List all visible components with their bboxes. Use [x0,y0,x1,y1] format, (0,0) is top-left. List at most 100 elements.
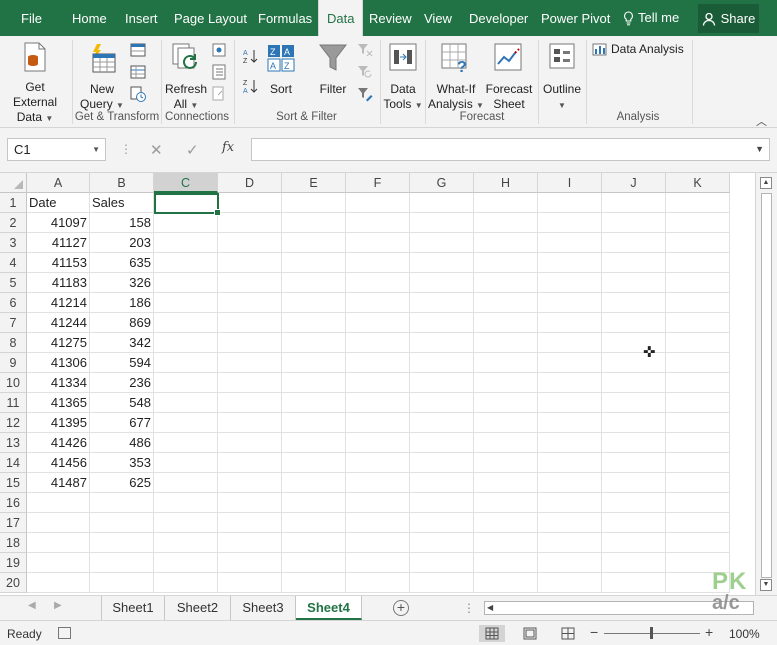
cell-k5[interactable] [666,273,730,293]
show-queries-icon[interactable] [130,42,146,58]
cell-j20[interactable] [602,573,666,593]
cell-e6[interactable] [282,293,346,313]
cell-e4[interactable] [282,253,346,273]
cell-h9[interactable] [474,353,538,373]
tab-file[interactable]: File [21,0,42,36]
cell-e10[interactable] [282,373,346,393]
cell-g3[interactable] [410,233,474,253]
cell-h3[interactable] [474,233,538,253]
cell-f16[interactable] [346,493,410,513]
cell-a9[interactable]: 41306 [27,353,90,373]
cell-a16[interactable] [27,493,90,513]
scroll-up-icon[interactable]: ▲ [760,177,772,189]
cell-d12[interactable] [218,413,282,433]
edit-links-icon[interactable] [211,86,227,102]
cell-k17[interactable] [666,513,730,533]
zoom-in-button[interactable]: + [705,624,713,640]
cell-k8[interactable] [666,333,730,353]
cell-b6[interactable]: 186 [90,293,154,313]
tab-splitter[interactable]: ⋮ [463,601,475,615]
cell-g12[interactable] [410,413,474,433]
scroll-down-icon[interactable]: ▼ [760,579,772,591]
row-header-9[interactable]: 9 [0,353,27,373]
row-header-15[interactable]: 15 [0,473,27,493]
cell-g1[interactable] [410,193,474,213]
cell-i8[interactable] [538,333,602,353]
cell-k4[interactable] [666,253,730,273]
cell-c3[interactable] [154,233,218,253]
cell-i16[interactable] [538,493,602,513]
cell-h10[interactable] [474,373,538,393]
cell-g18[interactable] [410,533,474,553]
cell-j15[interactable] [602,473,666,493]
row-header-18[interactable]: 18 [0,533,27,553]
cell-c17[interactable] [154,513,218,533]
cell-d9[interactable] [218,353,282,373]
scroll-thumb[interactable] [761,193,772,578]
column-header-g[interactable]: G [410,173,474,193]
cell-g16[interactable] [410,493,474,513]
cell-a14[interactable]: 41456 [27,453,90,473]
cell-f18[interactable] [346,533,410,553]
recent-sources-icon[interactable] [130,86,146,102]
cell-a7[interactable]: 41244 [27,313,90,333]
cell-d2[interactable] [218,213,282,233]
cell-i14[interactable] [538,453,602,473]
scroll-left-icon[interactable]: ◀ [487,602,493,614]
cell-b16[interactable] [90,493,154,513]
cell-b13[interactable]: 486 [90,433,154,453]
page-layout-view-icon[interactable] [517,625,543,642]
cell-g4[interactable] [410,253,474,273]
cell-j3[interactable] [602,233,666,253]
cell-f17[interactable] [346,513,410,533]
collapse-ribbon-icon[interactable]: ︿ [756,113,767,129]
outline-button[interactable]: Outline ▼ [540,42,584,113]
cell-d5[interactable] [218,273,282,293]
cell-b7[interactable]: 869 [90,313,154,333]
row-header-3[interactable]: 3 [0,233,27,253]
cell-h11[interactable] [474,393,538,413]
row-header-10[interactable]: 10 [0,373,27,393]
cell-c10[interactable] [154,373,218,393]
tab-power-pivot[interactable]: Power Pivot [541,0,610,36]
cancel-icon[interactable]: ✕ [150,141,163,159]
cell-j18[interactable] [602,533,666,553]
cell-e15[interactable] [282,473,346,493]
worksheet-grid[interactable]: A B C D E F G H I J K 1 Date Sales 2 41097 158 3 41127 203 4… [0,173,755,595]
cell-i1[interactable] [538,193,602,213]
sheet-tab-sheet2[interactable]: Sheet2 [165,596,231,620]
row-header-8[interactable]: 8 [0,333,27,353]
cell-i12[interactable] [538,413,602,433]
cell-c6[interactable] [154,293,218,313]
cell-i20[interactable] [538,573,602,593]
cell-i2[interactable] [538,213,602,233]
cell-e12[interactable] [282,413,346,433]
cell-a12[interactable]: 41395 [27,413,90,433]
cell-h13[interactable] [474,433,538,453]
cell-e20[interactable] [282,573,346,593]
cell-b3[interactable]: 203 [90,233,154,253]
cell-g2[interactable] [410,213,474,233]
cell-j7[interactable] [602,313,666,333]
cell-b5[interactable]: 326 [90,273,154,293]
clear-filter-icon[interactable] [357,42,373,58]
cell-f3[interactable] [346,233,410,253]
filter-button[interactable]: Filter [314,42,352,97]
vertical-scrollbar[interactable]: ▲ ▼ [755,173,777,595]
tab-review[interactable]: Review [369,0,412,36]
cell-g13[interactable] [410,433,474,453]
cell-a13[interactable]: 41426 [27,433,90,453]
insert-function-button[interactable]: fx [222,140,234,155]
cell-a20[interactable] [27,573,90,593]
cell-d1[interactable] [218,193,282,213]
cell-g10[interactable] [410,373,474,393]
cell-d20[interactable] [218,573,282,593]
row-header-2[interactable]: 2 [0,213,27,233]
row-header-16[interactable]: 16 [0,493,27,513]
cell-g17[interactable] [410,513,474,533]
formula-input[interactable]: ▼ [251,138,770,161]
cell-d17[interactable] [218,513,282,533]
cell-i5[interactable] [538,273,602,293]
cell-j9[interactable] [602,353,666,373]
tell-me-search[interactable]: Tell me [623,0,679,36]
